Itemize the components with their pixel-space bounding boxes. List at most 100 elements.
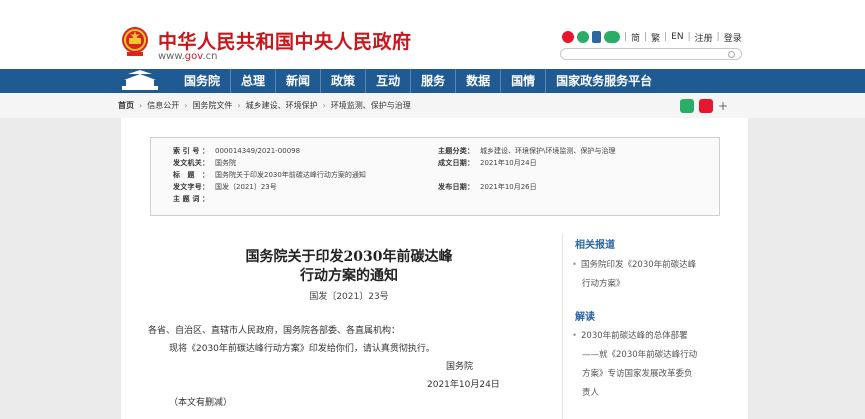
breadcrumb-separator: › [139,101,143,110]
nav-item-gov-services-platform[interactable]: 国家政务服务平台 [546,69,662,93]
divider: | [664,32,668,42]
info-issuer: 发文机关： 国务院 [173,158,236,168]
nav-item-state-council[interactable]: 国务院 [170,69,232,93]
search-icon[interactable] [728,51,735,58]
interpretation-item[interactable]: • 2030年前碳达峰的总体部署 [572,327,697,346]
interpretation-line-1[interactable]: 2030年前碳达峰的总体部署 [581,331,688,341]
register-link[interactable]: 注册 [695,31,713,44]
document-title-line-2: 行动方案的通知 [300,268,398,284]
mobile-icon[interactable] [592,31,601,43]
document-signer: 国务院 [446,362,474,372]
nav-items: 国务院 总理 新闻 政策 互动 服务 数据 国情 国家政务服务平台 [170,69,662,93]
info-index-value: 000014349/2021-00098 [215,147,301,155]
interpretation-line-4[interactable]: 责人 [582,388,599,398]
site-url-prefix: www. [158,51,185,62]
site-title[interactable]: 中华人民共和国中央人民政府 [158,27,412,54]
breadcrumb-home[interactable]: 首页 [118,101,134,110]
info-title: 标题： 国务院关于印发2030年前碳达峰行动方案的通知 [173,170,366,180]
related-report-item[interactable]: • 国务院印发《2030年前碳达峰 [572,256,696,275]
info-title-value: 国务院关于印发2030年前碳达峰行动方案的通知 [215,171,366,179]
info-issuer-label: 发文机关： [173,159,209,167]
divider: | [716,32,720,42]
nav-item-data[interactable]: 数据 [456,69,502,93]
plus-icon[interactable]: + [718,99,728,113]
breadcrumb-urban-env[interactable]: 城乡建设、环境保护 [246,101,318,110]
document-salutation: 各省、自治区、直辖市人民政府，国务院各部委、各直属机构： [148,326,401,336]
related-report-line-2[interactable]: 行动方案》 [582,279,625,289]
main-nav: 国务院 总理 新闻 政策 互动 服务 数据 国情 国家政务服务平台 [0,69,865,93]
related-reports-heading[interactable]: 相关报道 [575,236,615,251]
info-written-label: 成文日期： [438,159,474,167]
breadcrumb-bar: 首页 › 信息公开 › 国务院文件 › 城乡建设、环境保护 › 环境监测、保护与治理 + [0,93,865,118]
share-tools: + [680,99,728,113]
info-published-value: 2021年10月26日 [480,183,537,191]
nav-item-services[interactable]: 服务 [411,69,457,93]
breadcrumb-separator: › [184,101,188,110]
login-link[interactable]: 登录 [724,31,742,44]
interpretation-list: • 2030年前碳达峰的总体部署 ——就《2030年前碳达峰行动 方案》专访国家发… [572,327,697,403]
info-written-value: 2021年10月24日 [480,159,537,167]
breadcrumb-info-public[interactable]: 信息公开 [147,101,179,110]
info-topic-value: 城乡建设、环境保护\环境监测、保护与治理 [480,147,616,155]
lang-traditional-link[interactable]: 繁 [651,31,660,44]
chat-icon[interactable] [604,31,620,43]
related-report-item-cont[interactable]: 行动方案》 [572,275,696,294]
divider: | [624,32,628,42]
interpretation-heading[interactable]: 解读 [575,308,595,323]
lang-en-link[interactable]: EN [671,32,683,42]
document-note: （本文有删减） [169,398,233,408]
document-body: 现将《2030年前碳达峰行动方案》印发给你们，请认真贯彻执行。 [169,344,435,354]
interpretation-item-cont[interactable]: ——就《2030年前碳达峰行动 [572,346,697,365]
document-title-line-1: 国务院关于印发2030年前碳达峰 [245,249,453,265]
related-reports-list: • 国务院印发《2030年前碳达峰 行动方案》 [572,256,696,294]
info-issuer-value: 国务院 [215,159,236,167]
breadcrumb-state-council-docs[interactable]: 国务院文件 [192,101,232,110]
wechat-share-icon[interactable] [680,99,694,113]
info-index: 索引号： 000014349/2021-00098 [173,146,300,156]
site-url-suffix: .cn [202,51,218,62]
info-subject-label: 主题词： [173,195,209,203]
site-url-gov: gov [184,51,203,62]
weibo-icon[interactable] [562,31,574,43]
nav-item-national-info[interactable]: 国情 [501,69,547,93]
wechat-icon[interactable] [577,31,589,43]
document-date: 2021年10月24日 [427,380,500,390]
divider: | [687,32,691,42]
document-number: 国发〔2021〕23号 [309,292,389,302]
interpretation-line-3[interactable]: 方案》专访国家发展改革委负 [582,369,693,379]
info-docno-value: 国发〔2021〕23号 [215,183,277,191]
nav-item-interaction[interactable]: 互动 [366,69,412,93]
site-url: www.gov.cn [158,51,217,62]
document-info-box: 索引号： 000014349/2021-00098 主题分类： 城乡建设、环境保护\… [150,137,720,216]
breadcrumb-env-monitoring[interactable]: 环境监测、保护与治理 [331,101,411,110]
breadcrumb: 首页 › 信息公开 › 国务院文件 › 城乡建设、环境保护 › 环境监测、保护与治理 [118,93,411,118]
info-title-label: 标题： [173,171,209,179]
tiananmen-logo-icon [122,70,158,90]
interpretation-item-cont[interactable]: 方案》专访国家发展改革委负 [572,365,697,384]
national-emblem-icon[interactable] [120,25,150,58]
top-links: | 简 | 繁 | EN | 注册 | 登录 [562,30,745,44]
info-index-label: 索引号： [173,147,209,155]
weibo-share-icon[interactable] [699,99,713,113]
site-header: 中华人民共和国中央人民政府 www.gov.cn | 简 | 繁 | EN | … [0,0,865,69]
related-report-line-1[interactable]: 国务院印发《2030年前碳达峰 [581,260,696,270]
info-topic: 主题分类： 城乡建设、环境保护\环境监测、保护与治理 [438,146,615,156]
interpretation-item-cont[interactable]: 责人 [572,384,697,403]
search-input[interactable] [560,48,742,60]
info-doc-number: 发文字号： 国发〔2021〕23号 [173,182,277,192]
document-title: 国务院关于印发2030年前碳达峰 行动方案的通知 [241,248,457,286]
breadcrumb-separator: › [322,101,326,110]
nav-item-news[interactable]: 新闻 [276,69,322,93]
nav-item-premier[interactable]: 总理 [231,69,277,93]
info-published-date: 发布日期： 2021年10月26日 [438,182,537,192]
info-topic-label: 主题分类： [438,147,474,155]
interpretation-line-2[interactable]: ——就《2030年前碳达峰行动 [582,350,697,360]
info-written-date: 成文日期： 2021年10月24日 [438,158,537,168]
nav-item-policy[interactable]: 政策 [321,69,367,93]
breadcrumb-separator: › [237,101,241,110]
divider: | [644,32,648,42]
info-subject-words: 主题词： [173,194,209,204]
info-published-label: 发布日期： [438,183,474,191]
lang-simplified-link[interactable]: 简 [631,31,640,44]
info-docno-label: 发文字号： [173,183,209,191]
